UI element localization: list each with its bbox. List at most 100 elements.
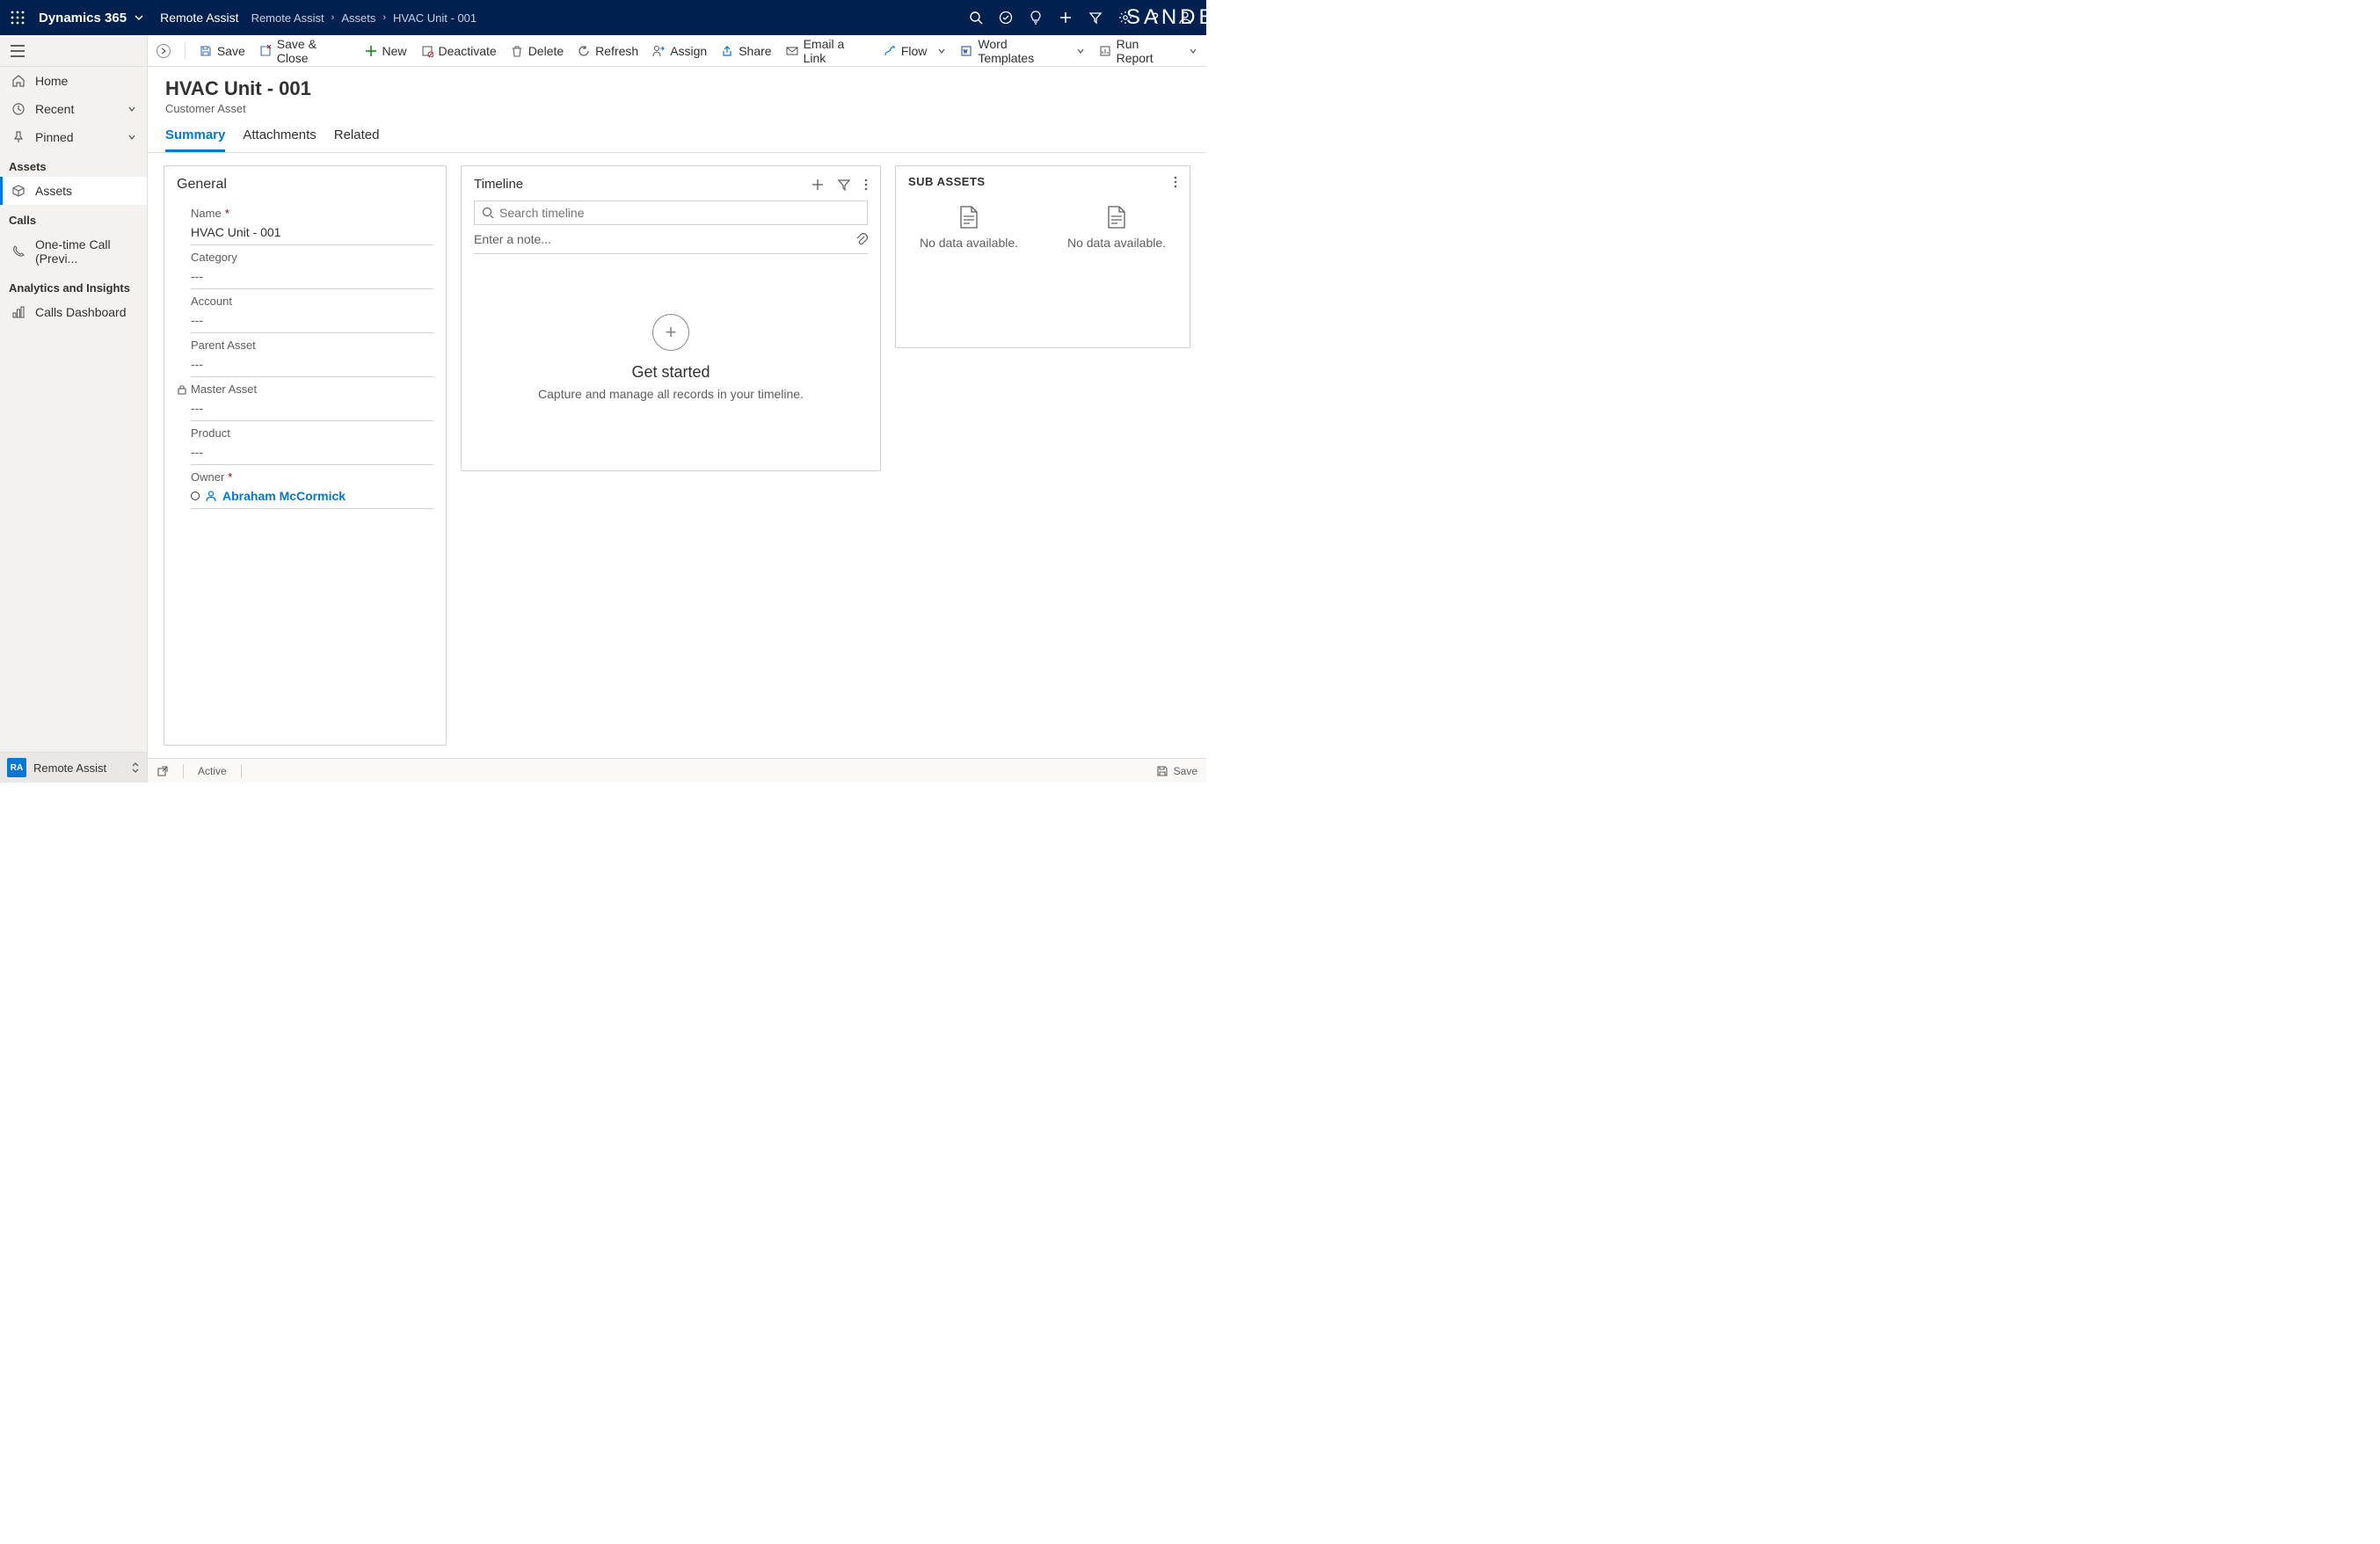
timeline-more-icon[interactable] — [864, 178, 868, 191]
sidebar-footer[interactable]: RA Remote Assist — [0, 752, 147, 783]
chevron-right-icon: › — [382, 12, 386, 23]
popout-icon[interactable] — [156, 765, 169, 777]
status-save-button[interactable]: Save — [1156, 765, 1197, 777]
lock-icon — [177, 384, 187, 395]
app-chevron-icon[interactable] — [134, 12, 144, 23]
chevron-down-icon[interactable] — [127, 105, 136, 113]
app-launcher-icon[interactable] — [7, 7, 28, 28]
timeline-title: Timeline — [474, 177, 812, 192]
filter-icon[interactable] — [1088, 11, 1103, 25]
section-assets: Assets — [0, 151, 147, 177]
no-data-1: No data available. — [920, 236, 1018, 250]
product-field[interactable]: --- — [191, 440, 433, 465]
nav-calls-dashboard[interactable]: Calls Dashboard — [0, 298, 147, 326]
refresh-button[interactable]: Refresh — [578, 44, 638, 58]
footer-label: Remote Assist — [33, 761, 131, 775]
product-label: Product — [191, 426, 230, 440]
tab-summary[interactable]: Summary — [165, 127, 225, 152]
assign-button[interactable]: Assign — [652, 44, 707, 58]
timeline-add-icon[interactable] — [812, 178, 824, 191]
page-subtype: Customer Asset — [165, 102, 1189, 115]
mail-icon — [786, 45, 798, 57]
attachment-icon[interactable] — [855, 233, 868, 245]
search-icon[interactable] — [969, 11, 983, 25]
breadcrumb-item-1[interactable]: Remote Assist — [251, 11, 324, 25]
owner-name: Abraham McCormick — [222, 489, 346, 503]
pin-icon — [11, 131, 26, 143]
context-label[interactable]: Remote Assist — [160, 11, 238, 25]
required-marker: * — [228, 470, 232, 484]
section-calls: Calls — [0, 205, 147, 230]
account-field[interactable]: --- — [191, 308, 433, 333]
timeline-empty-title: Get started — [631, 363, 710, 382]
name-field[interactable]: HVAC Unit - 001 — [191, 220, 433, 245]
app-name[interactable]: Dynamics 365 — [39, 11, 127, 25]
breadcrumb: Remote Assist › Assets › HVAC Unit - 001 — [250, 11, 479, 25]
account-label: Account — [191, 295, 232, 308]
tab-attachments[interactable]: Attachments — [243, 127, 316, 152]
nav-assets-label: Assets — [35, 184, 136, 198]
new-button[interactable]: New — [365, 44, 407, 58]
deactivate-icon — [421, 45, 433, 57]
nav-pinned[interactable]: Pinned — [0, 123, 147, 151]
chevron-down-icon — [937, 47, 946, 55]
breadcrumb-item-2[interactable]: Assets — [341, 11, 375, 25]
sub-assets-more-icon[interactable] — [1174, 176, 1177, 188]
category-field[interactable]: --- — [191, 264, 433, 289]
timeline-empty-plus-icon[interactable]: + — [652, 314, 689, 351]
hamburger-icon[interactable] — [11, 45, 25, 57]
panel-general: General Name * HVAC Unit - 001 Category -… — [164, 165, 447, 746]
nav-home[interactable]: Home — [0, 67, 147, 95]
timeline-search-input[interactable] — [499, 206, 860, 220]
nav-recent-label: Recent — [35, 102, 127, 116]
nav-dashboard-label: Calls Dashboard — [35, 305, 136, 319]
parent-asset-label: Parent Asset — [191, 339, 256, 352]
flow-button[interactable]: Flow — [884, 44, 947, 58]
share-button[interactable]: Share — [721, 44, 771, 58]
category-label: Category — [191, 251, 237, 264]
sandbox-label: SANDBOX — [1126, 5, 1254, 30]
nav-one-time-call[interactable]: One-time Call (Previ... — [0, 230, 147, 273]
nav-pinned-label: Pinned — [35, 130, 127, 144]
breadcrumb-item-3[interactable]: HVAC Unit - 001 — [393, 11, 477, 25]
general-title: General — [177, 177, 433, 193]
status-save-label: Save — [1174, 765, 1197, 777]
go-back-icon[interactable] — [156, 44, 171, 58]
chart-icon — [11, 306, 26, 318]
timeline-search[interactable] — [474, 200, 868, 225]
updown-icon[interactable] — [131, 761, 140, 774]
save-button[interactable]: Save — [200, 44, 245, 58]
panel-sub-assets: SUB ASSETS No data available. No data av… — [895, 165, 1190, 348]
delete-button[interactable]: Delete — [511, 44, 564, 58]
save-close-button[interactable]: Save & Close — [259, 37, 351, 65]
nav-assets[interactable]: Assets — [0, 177, 147, 205]
tab-related[interactable]: Related — [334, 127, 380, 152]
name-label: Name — [191, 207, 222, 220]
footer-badge: RA — [7, 758, 26, 777]
clock-icon — [11, 103, 26, 115]
plus-icon — [365, 45, 377, 57]
plus-icon[interactable] — [1059, 11, 1073, 25]
note-input[interactable]: Enter a note... — [474, 232, 855, 246]
chevron-down-icon[interactable] — [127, 133, 136, 142]
save-icon — [1156, 765, 1168, 777]
section-analytics: Analytics and Insights — [0, 273, 147, 298]
save-close-icon — [259, 45, 272, 57]
master-asset-field: --- — [191, 396, 433, 421]
refresh-icon — [578, 45, 590, 57]
owner-field[interactable]: Abraham McCormick — [191, 484, 433, 509]
parent-asset-field[interactable]: --- — [191, 352, 433, 377]
timeline-filter-icon[interactable] — [838, 178, 850, 191]
word-templates-button[interactable]: Word Templates — [960, 37, 1084, 65]
assign-icon — [652, 45, 665, 57]
deactivate-button[interactable]: Deactivate — [421, 44, 497, 58]
email-link-button[interactable]: Email a Link — [786, 37, 870, 65]
status-state: Active — [198, 765, 227, 777]
master-asset-label: Master Asset — [191, 382, 257, 396]
lightbulb-icon[interactable] — [1029, 11, 1043, 25]
nav-recent[interactable]: Recent — [0, 95, 147, 123]
run-report-button[interactable]: Run Report — [1099, 37, 1197, 65]
document-icon — [959, 206, 979, 229]
flow-icon — [884, 45, 896, 57]
task-icon[interactable] — [999, 11, 1013, 25]
